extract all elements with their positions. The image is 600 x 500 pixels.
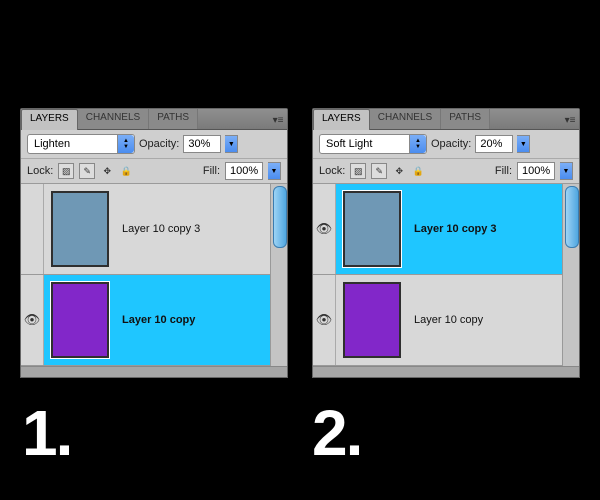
tab-layers[interactable]: LAYERS (313, 109, 370, 130)
layers-list: Layer 10 copy 3 👁 Layer 10 copy (21, 184, 287, 366)
layer-thumbnail[interactable] (343, 191, 401, 267)
layer-name[interactable]: Layer 10 copy 3 (408, 223, 562, 235)
tab-paths[interactable]: PATHS (441, 109, 490, 129)
scroll-thumb[interactable] (273, 186, 287, 248)
blend-mode-value: Soft Light (326, 138, 372, 150)
lock-label: Lock: (319, 165, 345, 177)
layer-row[interactable]: Layer 10 copy 3 (21, 184, 270, 275)
layers-list: 👁 Layer 10 copy 3 👁 Layer 10 copy (313, 184, 579, 366)
fill-label: Fill: (203, 165, 220, 177)
figure-label-2: 2. (312, 396, 361, 470)
layer-thumbnail[interactable] (51, 191, 109, 267)
lock-position-icon[interactable]: ✥ (100, 164, 114, 178)
opacity-stepper-icon[interactable]: ▼ (225, 135, 238, 153)
panel-footer (313, 366, 579, 377)
panel-menu-icon[interactable]: ▾≡ (269, 112, 287, 129)
fill-input[interactable]: 100% (517, 162, 555, 180)
tab-layers[interactable]: LAYERS (21, 109, 78, 130)
fill-stepper-icon[interactable]: ▼ (560, 162, 573, 180)
layer-row[interactable]: 👁 Layer 10 copy (21, 275, 270, 366)
panel-menu-icon[interactable]: ▾≡ (561, 112, 579, 129)
lock-pixels-icon[interactable]: ✎ (371, 163, 387, 179)
scrollbar[interactable] (270, 184, 287, 366)
layers-panel-2: LAYERS CHANNELS PATHS ▾≡ Soft Light ▲▼ O… (312, 108, 580, 378)
opacity-label: Opacity: (139, 138, 179, 150)
fill-input[interactable]: 100% (225, 162, 263, 180)
lock-position-icon[interactable]: ✥ (392, 164, 406, 178)
blend-mode-select[interactable]: Lighten ▲▼ (27, 134, 135, 154)
scrollbar[interactable] (562, 184, 579, 366)
panel-footer (21, 366, 287, 377)
lock-all-icon[interactable]: 🔒 (411, 164, 425, 178)
lock-transparent-icon[interactable]: ▨ (58, 163, 74, 179)
figure-label-1: 1. (22, 396, 71, 470)
lock-label: Lock: (27, 165, 53, 177)
scroll-thumb[interactable] (565, 186, 579, 248)
layer-name[interactable]: Layer 10 copy (116, 314, 270, 326)
layers-panel-1: LAYERS CHANNELS PATHS ▾≡ Lighten ▲▼ Opac… (20, 108, 288, 378)
dropdown-arrows-icon: ▲▼ (409, 135, 426, 153)
panel-tab-bar: LAYERS CHANNELS PATHS ▾≡ (21, 109, 287, 130)
layer-name[interactable]: Layer 10 copy (408, 314, 562, 326)
tab-channels[interactable]: CHANNELS (78, 109, 149, 129)
layer-row[interactable]: 👁 Layer 10 copy (313, 275, 562, 366)
layer-thumbnail[interactable] (51, 282, 109, 358)
panel-tab-bar: LAYERS CHANNELS PATHS ▾≡ (313, 109, 579, 130)
layer-name[interactable]: Layer 10 copy 3 (116, 223, 270, 235)
blend-mode-select[interactable]: Soft Light ▲▼ (319, 134, 427, 154)
fill-label: Fill: (495, 165, 512, 177)
eye-icon[interactable]: 👁 (24, 312, 41, 328)
opacity-label: Opacity: (431, 138, 471, 150)
layer-row[interactable]: 👁 Layer 10 copy 3 (313, 184, 562, 275)
tab-channels[interactable]: CHANNELS (370, 109, 441, 129)
fill-stepper-icon[interactable]: ▼ (268, 162, 281, 180)
lock-pixels-icon[interactable]: ✎ (79, 163, 95, 179)
opacity-stepper-icon[interactable]: ▼ (517, 135, 530, 153)
eye-icon[interactable]: 👁 (316, 312, 333, 328)
lock-all-icon[interactable]: 🔒 (119, 164, 133, 178)
opacity-input[interactable]: 20% (475, 135, 513, 153)
blend-mode-value: Lighten (34, 138, 70, 150)
eye-icon[interactable]: 👁 (316, 221, 333, 237)
opacity-input[interactable]: 30% (183, 135, 221, 153)
layer-thumbnail[interactable] (343, 282, 401, 358)
tab-paths[interactable]: PATHS (149, 109, 198, 129)
lock-transparent-icon[interactable]: ▨ (350, 163, 366, 179)
dropdown-arrows-icon: ▲▼ (117, 135, 134, 153)
